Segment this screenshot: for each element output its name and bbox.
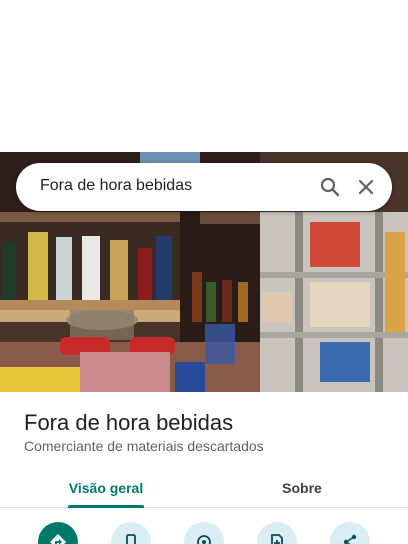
nearby-icon [197, 535, 211, 544]
tab-about[interactable]: Sobre [236, 468, 368, 508]
phone-icon [126, 534, 136, 544]
share-icon [343, 534, 357, 544]
tab-bar: Visão geral Sobre [0, 468, 408, 508]
share-button[interactable] [330, 522, 370, 544]
tab-overview[interactable]: Visão geral [40, 468, 172, 508]
directions-button[interactable] [38, 522, 78, 544]
nearby-button[interactable] [184, 522, 224, 544]
place-info-panel: Fora de hora bebidas Comerciante de mate… [0, 392, 408, 544]
active-tab-indicator [68, 505, 144, 508]
search-input[interactable]: Fora de hora bebidas [40, 177, 192, 195]
action-buttons-row [0, 522, 408, 544]
search-icon[interactable] [318, 175, 342, 199]
place-title: Fora de hora bebidas [24, 410, 234, 435]
directions-icon [50, 534, 66, 544]
save-icon [271, 534, 283, 544]
search-bar[interactable]: Fora de hora bebidas [16, 163, 392, 211]
call-button[interactable] [111, 522, 151, 544]
place-category[interactable]: Comerciante de materiais descartados [24, 438, 264, 454]
close-icon[interactable] [354, 175, 378, 199]
save-button[interactable] [257, 522, 297, 544]
map-blank-area [0, 0, 408, 152]
